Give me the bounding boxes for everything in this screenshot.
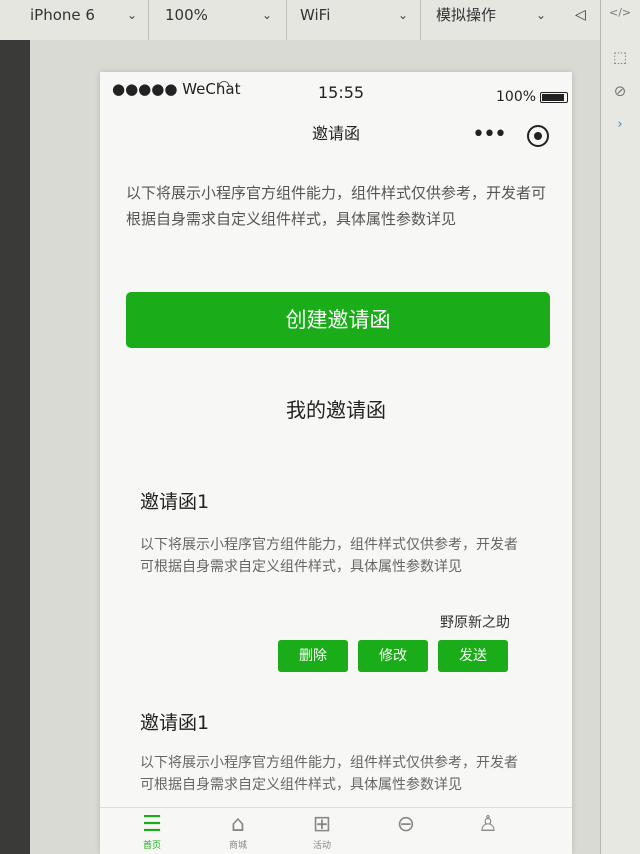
more-icon[interactable]: ••• xyxy=(472,122,507,147)
inspect-icon[interactable]: ⬚ xyxy=(609,46,631,68)
edit-button[interactable]: 修改 xyxy=(358,640,428,672)
gift-icon: ⊞ xyxy=(312,812,332,837)
nav-bar: 邀请函 ••• xyxy=(100,112,572,156)
tab-label: 活动 xyxy=(312,841,331,851)
card-title: 邀请函1 xyxy=(140,712,210,734)
zoom-select-value: 100% xyxy=(165,6,208,24)
create-invitation-button[interactable]: 创建邀请函 xyxy=(126,292,550,348)
clear-icon[interactable]: ⊘ xyxy=(609,80,631,102)
time-label: 15:55 xyxy=(318,83,365,102)
volume-icon[interactable]: ◁ xyxy=(575,0,591,40)
divider xyxy=(420,0,421,40)
card-description: 以下将展示小程序官方组件能力，组件样式仅供参考，开发者可根据自身需求自定义组件样… xyxy=(140,755,518,793)
device-select-value: iPhone 6 xyxy=(30,6,95,24)
close-target-icon[interactable] xyxy=(527,125,549,147)
code-icon[interactable]: </> xyxy=(609,2,631,24)
card-description: 以下将展示小程序官方组件能力，组件样式仅供参考，开发者可根据自身需求自定义组件样… xyxy=(140,537,518,575)
tab-activity[interactable]: ⊞ 活动 xyxy=(292,812,352,851)
list-icon: ☰ xyxy=(142,812,162,837)
intro-text: 以下将展示小程序官方组件能力，组件样式仅供参考，开发者可根据自身需求自定义组件样… xyxy=(126,184,547,228)
card-title: 邀请函1 xyxy=(140,491,210,513)
tab-bar: ☰ 首页 ⌂ 商城 ⊞ 活动 ⊖ ♙ xyxy=(100,807,572,854)
battery-icon xyxy=(540,92,568,103)
divider xyxy=(148,0,149,40)
network-select[interactable]: WiFi ⌄ xyxy=(300,0,412,40)
network-select-value: WiFi xyxy=(300,6,331,24)
window-edge xyxy=(0,40,30,854)
zoom-select[interactable]: 100% ⌄ xyxy=(165,0,275,40)
device-select[interactable]: iPhone 6 ⌄ xyxy=(30,0,140,40)
chevron-down-icon: ⌄ xyxy=(398,8,409,22)
phone-screen: ●●●●● WeChat ◠ 15:55 100% 邀请函 ••• 以下将展示小… xyxy=(100,72,572,854)
tab-label: 首页 xyxy=(142,841,161,851)
tab-profile[interactable]: ♙ xyxy=(458,812,518,838)
send-button[interactable]: 发送 xyxy=(438,640,508,672)
chevron-right-icon[interactable]: › xyxy=(609,114,631,136)
chevron-down-icon: ⌄ xyxy=(127,8,138,22)
devtools-right-panel: </> ⬚ ⊘ › xyxy=(600,0,640,854)
tab-message[interactable]: ⊖ xyxy=(376,812,436,838)
wifi-icon: ◠ xyxy=(218,78,231,94)
status-bar: ●●●●● WeChat ◠ 15:55 100% xyxy=(100,72,572,112)
tab-home[interactable]: ☰ 首页 xyxy=(122,812,182,851)
shop-icon: ⌂ xyxy=(231,812,245,837)
chevron-down-icon: ⌄ xyxy=(262,8,273,22)
battery-label: 100% xyxy=(496,89,537,105)
simulate-select[interactable]: 模拟操作 ⌄ xyxy=(436,0,548,40)
chevron-down-icon: ⌄ xyxy=(536,8,547,22)
divider xyxy=(286,0,287,40)
card-author: 野原新之助 xyxy=(440,615,510,631)
simulate-select-value: 模拟操作 xyxy=(436,6,497,24)
delete-button[interactable]: 删除 xyxy=(278,640,348,672)
tab-shop[interactable]: ⌂ 商城 xyxy=(208,812,268,851)
tab-label: 商城 xyxy=(228,841,247,851)
section-title: 我的邀请函 xyxy=(286,398,386,422)
message-icon: ⊖ xyxy=(396,812,416,837)
devtools-toolbar: iPhone 6 ⌄ 100% ⌄ WiFi ⌄ 模拟操作 ⌄ ◁ xyxy=(0,0,600,41)
user-icon: ♙ xyxy=(478,812,498,837)
